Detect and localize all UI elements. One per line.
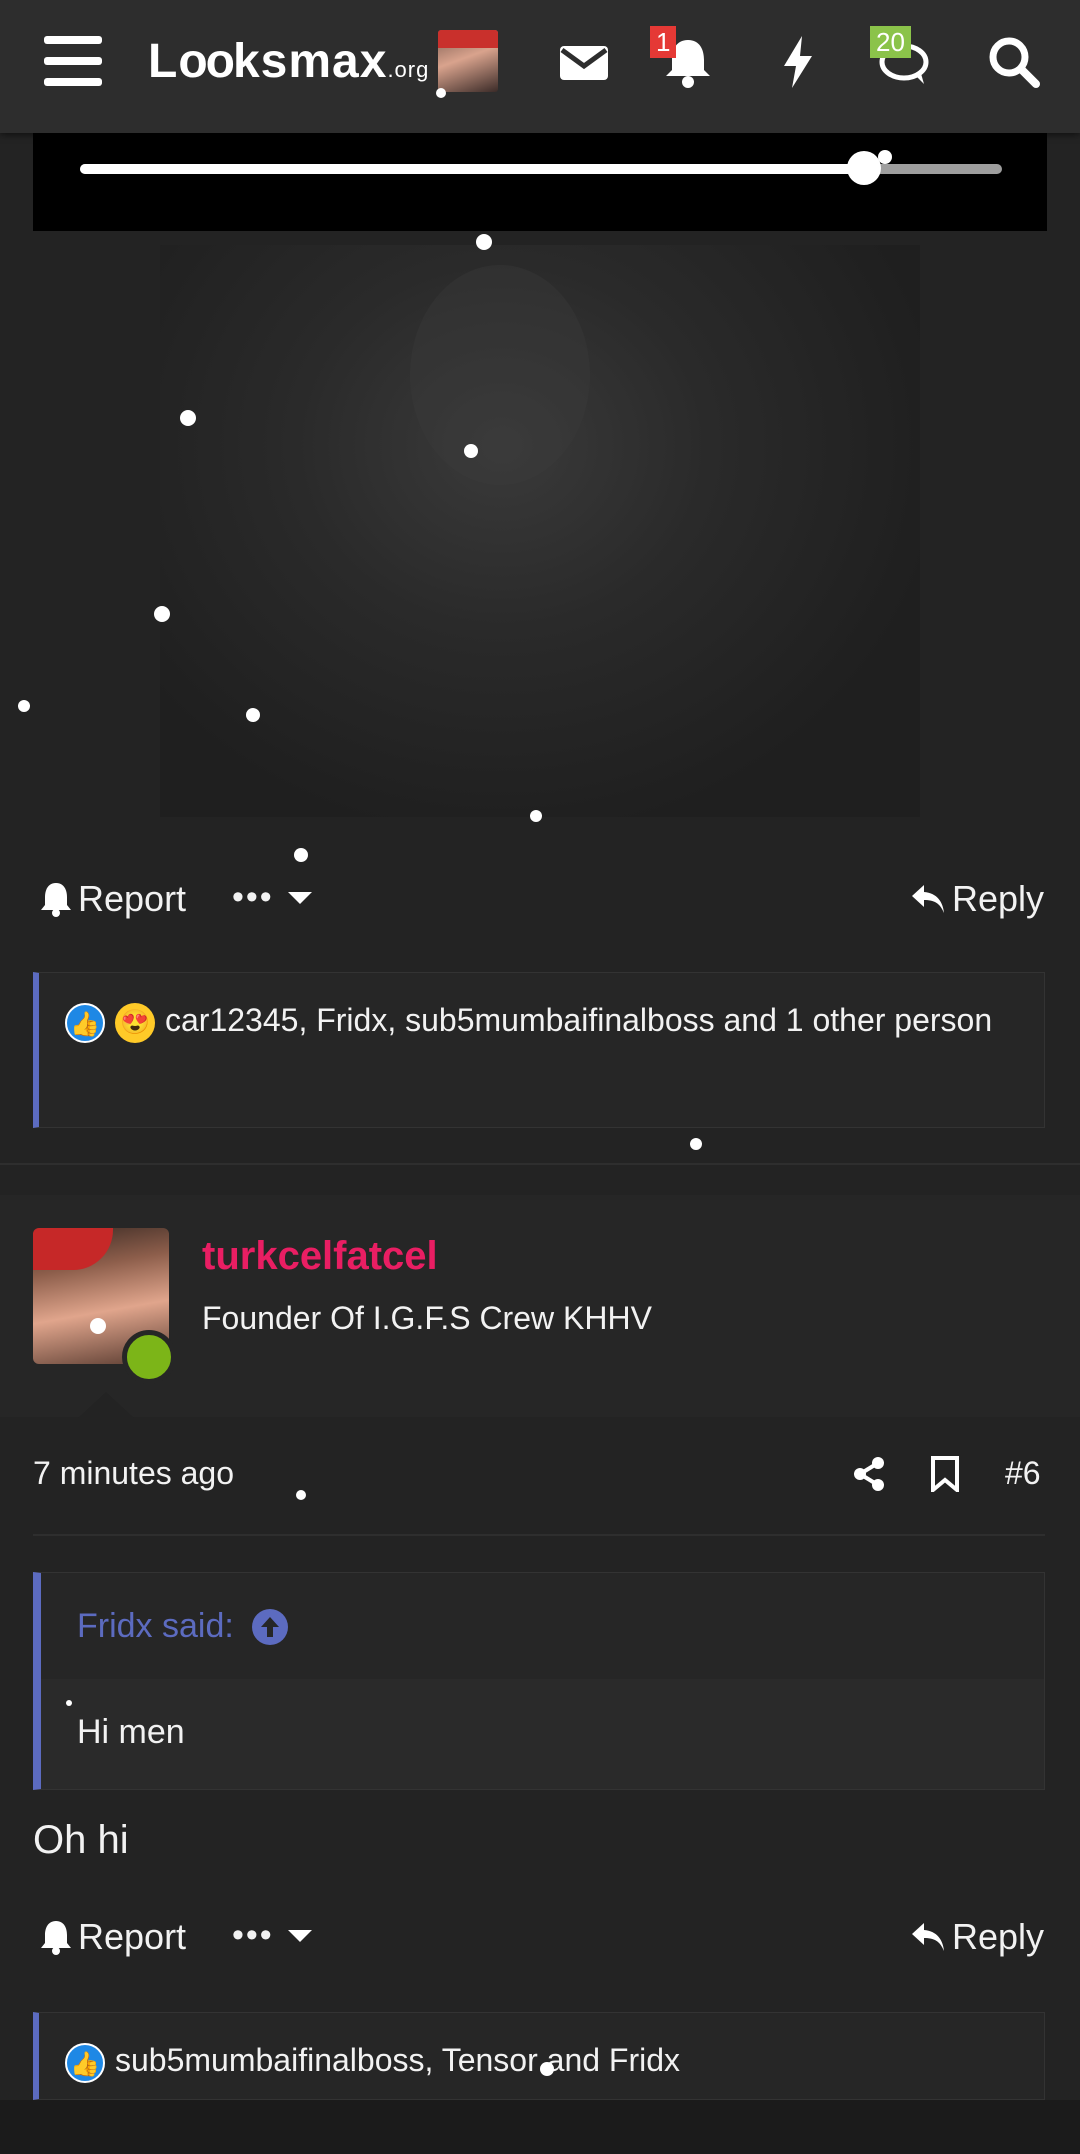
reply-button[interactable]: Reply [910, 1916, 1044, 1958]
post-timestamp[interactable]: 7 minutes ago [33, 1455, 234, 1492]
snowflake [540, 2062, 554, 2076]
reply-label: Reply [952, 878, 1045, 919]
snowflake [154, 606, 170, 622]
more-dots: ••• [232, 878, 274, 916]
username-link[interactable]: turkcelfatcel [202, 1234, 438, 1279]
snowflake [294, 848, 308, 862]
share-icon[interactable] [852, 1456, 886, 1497]
report-label: Report [78, 878, 187, 919]
reactions-users-text: car12345, Fridx, sub5mumbaifinalboss and… [165, 1002, 993, 1038]
video-progress-fill [80, 164, 864, 174]
quote-text: Hi men [77, 1713, 185, 1751]
snowflake [878, 150, 892, 164]
search-icon[interactable] [982, 30, 1046, 94]
like-reaction-icon: 👍 [65, 2042, 105, 2083]
quote-author-text: Fridx said: [77, 1607, 234, 1645]
reply-label: Reply [952, 1916, 1045, 1957]
post-number-link[interactable]: #6 [1005, 1455, 1041, 1492]
chevron-down-icon [287, 1929, 312, 1942]
inbox-icon[interactable] [552, 30, 616, 94]
online-status-indicator [122, 1330, 176, 1384]
snowflake [18, 700, 30, 712]
user-title: Founder Of I.G.F.S Crew KHHV [202, 1300, 652, 1336]
snowflake [180, 410, 196, 426]
system-navigation-bar [0, 2100, 1080, 2154]
more-options-button[interactable]: ••• [232, 878, 314, 917]
quote-block: Fridx said: Hi men [33, 1572, 1045, 1790]
jump-to-quote-icon[interactable] [251, 1608, 288, 1645]
quote-author-link[interactable]: Fridx said: [77, 1607, 288, 1646]
snowflake [296, 1490, 306, 1500]
chevron-down-icon [287, 891, 312, 904]
top-bar: Looksmax.org 1 20 [0, 0, 1080, 133]
reactions-summary[interactable]: 👍 😍 car12345, Fridx, sub5mumbaifinalboss a… [33, 972, 1045, 1128]
post-media-image[interactable] [160, 245, 920, 817]
bell-icon [41, 883, 71, 917]
bookmark-icon[interactable] [930, 1456, 960, 1497]
more-dots: ••• [232, 1916, 274, 1954]
alerts-badge: 1 [650, 26, 677, 58]
snowflake [464, 444, 478, 458]
video-player-bar [33, 133, 1047, 231]
reply-button[interactable]: Reply [910, 878, 1044, 920]
bell-icon [41, 1921, 71, 1955]
snowflake [246, 708, 260, 722]
report-label: Report [78, 1916, 187, 1957]
account-avatar[interactable] [438, 30, 498, 92]
lightning-icon[interactable] [766, 30, 830, 94]
snowflake [436, 88, 446, 98]
conversations-badge: 20 [870, 26, 911, 58]
reactions-users-text: sub5mumbaifinalboss, Tensor and Fridx [115, 2042, 681, 2078]
report-button[interactable]: Report [40, 1916, 186, 1958]
snowflake [690, 1138, 702, 1150]
user-block-pointer [78, 1392, 134, 1418]
like-reaction-icon: 👍 [65, 1002, 105, 1043]
menu-icon[interactable] [44, 36, 102, 86]
report-button[interactable]: Report [40, 878, 186, 920]
reactions-summary[interactable]: 👍 sub5mumbaifinalboss, Tensor and Fridx [33, 2012, 1045, 2100]
snowflake [530, 810, 542, 822]
reply-arrow-icon [912, 1923, 944, 1951]
more-options-button[interactable]: ••• [232, 1916, 314, 1955]
reply-arrow-icon [912, 885, 944, 913]
site-logo[interactable]: Looksmax.org [148, 34, 429, 89]
snowflake [66, 1700, 72, 1706]
snowflake [476, 234, 492, 250]
snowflake [90, 1318, 106, 1334]
post-body-text: Oh hi [33, 1818, 129, 1862]
love-reaction-icon: 😍 [115, 1002, 155, 1043]
video-progress-handle[interactable] [846, 151, 881, 185]
post-divider [0, 1163, 1080, 1165]
meta-divider [33, 1534, 1045, 1536]
